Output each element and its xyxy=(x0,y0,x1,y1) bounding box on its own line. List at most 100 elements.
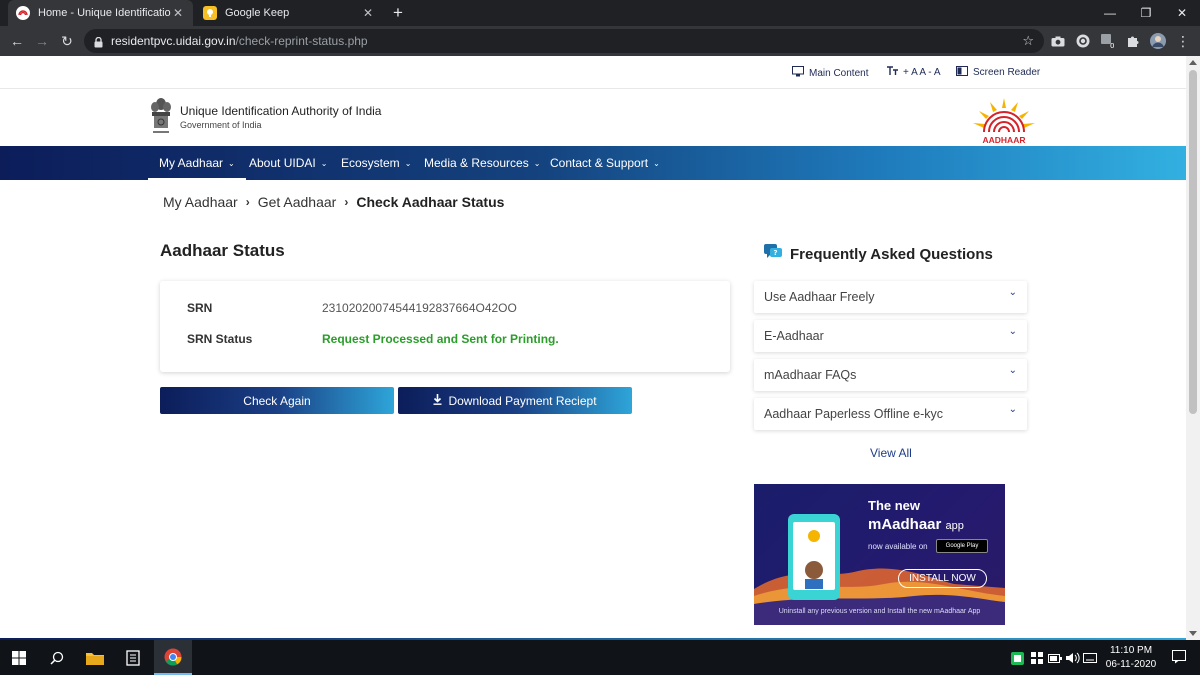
tray-grid-icon[interactable] xyxy=(1030,651,1044,665)
volume-icon[interactable] xyxy=(1066,651,1080,665)
page-scrollbar[interactable] xyxy=(1186,56,1200,640)
notes-app-icon[interactable] xyxy=(114,640,152,675)
install-now-button[interactable]: INSTALL NOW xyxy=(898,569,987,588)
new-tab-plus-icon[interactable]: + xyxy=(389,4,407,22)
grammar-extension-icon[interactable] xyxy=(1075,33,1091,49)
screen-reader-label: Screen Reader xyxy=(973,67,1041,78)
search-icon[interactable] xyxy=(38,640,76,675)
chevron-down-icon: ⌄ xyxy=(404,158,412,168)
nav-item-my-aadhaar[interactable]: My Aadhaar ⌄ xyxy=(148,146,246,180)
nav-item-contact-support[interactable]: Contact & Support ⌄ xyxy=(550,146,660,180)
address-bar[interactable]: residentpvc.uidai.gov.in/check-reprint-s… xyxy=(84,29,1044,53)
nav-item-about-uidai[interactable]: About UIDAI ⌄ xyxy=(249,146,327,180)
profile-avatar[interactable] xyxy=(1150,33,1166,49)
chevron-down-icon: ⌄ xyxy=(1008,404,1017,415)
google-play-badge[interactable]: Google Play xyxy=(936,539,988,553)
nav-label: My Aadhaar xyxy=(159,156,224,170)
bookmark-star-icon[interactable]: ☆ xyxy=(1022,33,1034,49)
org-subtitle: Government of India xyxy=(180,120,262,130)
button-label: Check Again xyxy=(243,393,311,408)
chevron-right-icon: › xyxy=(245,195,250,209)
check-again-button[interactable]: Check Again xyxy=(160,387,394,414)
promo-app-suffix: app xyxy=(945,520,964,532)
tab-uidai-home[interactable]: Home - Unique Identification Au ✕ xyxy=(8,0,193,26)
aadhaar-logo-icon[interactable]: AADHAAR xyxy=(968,96,1040,146)
download-icon xyxy=(433,393,442,408)
maadhaar-app-banner[interactable]: The new mAadhaar app now available on Go… xyxy=(754,484,1005,625)
scroll-up-icon[interactable] xyxy=(1189,60,1197,65)
faq-item[interactable]: Aadhaar Paperless Offline e-kyc ⌄ xyxy=(754,398,1027,430)
forward-arrow-icon[interactable]: → xyxy=(33,32,51,50)
windows-start-icon[interactable] xyxy=(0,640,38,675)
tab-google-keep[interactable]: Google Keep ✕ xyxy=(195,0,383,26)
close-tab-icon[interactable]: ✕ xyxy=(171,6,185,20)
tray-app-icon[interactable] xyxy=(1010,651,1024,665)
chrome-menu-icon[interactable]: ⋮ xyxy=(1175,33,1191,49)
nav-item-media-resources[interactable]: Media & Resources ⌄ xyxy=(424,146,540,180)
breadcrumb: My Aadhaar › Get Aadhaar › Check Aadhaar… xyxy=(163,194,504,210)
chevron-down-icon: ⌄ xyxy=(320,158,328,168)
faq-item[interactable]: E-Aadhaar ⌄ xyxy=(754,320,1027,352)
reload-icon[interactable]: ↻ xyxy=(58,32,76,50)
chrome-taskbar-icon[interactable] xyxy=(154,640,192,675)
page-title: Aadhaar Status xyxy=(160,241,285,260)
chevron-down-icon: ⌄ xyxy=(1008,287,1017,298)
windows-taskbar: 11:10 PM 06-11-2020 xyxy=(0,640,1200,675)
status-card: SRN 23102020074544192837664O42OO SRN Sta… xyxy=(160,281,730,372)
lock-icon xyxy=(94,35,103,53)
text-size-label: + A A - A xyxy=(903,67,941,78)
promo-app-name: mAadhaar xyxy=(868,516,942,533)
nav-label: Media & Resources xyxy=(424,156,529,170)
notifications-icon[interactable] xyxy=(1172,650,1186,669)
button-label: Download Payment Reciept xyxy=(448,393,597,408)
faq-item[interactable]: mAadhaar FAQs ⌄ xyxy=(754,359,1027,391)
faq-question: E-Aadhaar xyxy=(764,329,824,343)
battery-icon[interactable] xyxy=(1048,651,1062,665)
scroll-down-icon[interactable] xyxy=(1189,631,1197,636)
nav-label: Ecosystem xyxy=(341,156,400,170)
system-clock[interactable]: 11:10 PM 06-11-2020 xyxy=(1100,644,1162,672)
close-tab-icon[interactable]: ✕ xyxy=(361,6,375,20)
svg-text:?: ? xyxy=(774,249,778,257)
extensions-puzzle-icon[interactable] xyxy=(1125,33,1141,49)
nav-item-ecosystem[interactable]: Ecosystem ⌄ xyxy=(341,146,411,180)
logo-text: AADHAAR xyxy=(983,135,1026,145)
svg-text:0: 0 xyxy=(1110,42,1114,49)
counter-extension-icon[interactable]: 0 xyxy=(1100,33,1116,49)
faq-question: Aadhaar Paperless Offline e-kyc xyxy=(764,407,944,421)
srn-label: SRN xyxy=(187,301,213,315)
browser-toolbar: ← → ↻ residentpvc.uidai.gov.in/check-rep… xyxy=(0,26,1200,56)
screen-reader-icon xyxy=(956,66,968,79)
chevron-right-icon: › xyxy=(344,195,349,209)
national-emblem-icon[interactable] xyxy=(148,96,174,138)
clock-time: 11:10 PM xyxy=(1109,645,1153,656)
text-size-controls[interactable]: + A A - A xyxy=(887,66,941,79)
main-content-label: Main Content xyxy=(809,67,869,79)
minimize-icon[interactable]: — xyxy=(1090,0,1130,26)
file-explorer-icon[interactable] xyxy=(76,640,114,675)
faq-item[interactable]: Use Aadhaar Freely ⌄ xyxy=(754,281,1027,313)
breadcrumb-current: Check Aadhaar Status xyxy=(356,194,505,210)
camera-extension-icon[interactable] xyxy=(1050,33,1066,49)
screen-reader-link[interactable]: Screen Reader xyxy=(956,66,1040,79)
restore-icon[interactable]: ❐ xyxy=(1126,0,1166,26)
download-receipt-button[interactable]: Download Payment Reciept xyxy=(398,387,632,414)
back-arrow-icon[interactable]: ← xyxy=(8,32,26,50)
tab-title: Google Keep xyxy=(225,7,290,19)
chevron-down-icon: ⌄ xyxy=(1008,365,1017,376)
close-window-icon[interactable]: ✕ xyxy=(1162,0,1200,26)
scroll-thumb[interactable] xyxy=(1189,70,1197,414)
text-size-icon xyxy=(887,66,898,79)
keyboard-icon[interactable] xyxy=(1083,651,1097,665)
google-keep-favicon-icon xyxy=(203,6,217,20)
breadcrumb-get-aadhaar[interactable]: Get Aadhaar xyxy=(258,194,337,210)
faq-chat-icon: ? xyxy=(764,244,782,264)
main-content-link[interactable]: Main Content xyxy=(792,66,868,80)
faq-question: mAadhaar FAQs xyxy=(764,368,857,382)
monitor-icon xyxy=(792,66,804,80)
breadcrumb-my-aadhaar[interactable]: My Aadhaar xyxy=(163,194,238,210)
view-all-link[interactable]: View All xyxy=(870,446,912,460)
browser-tab-strip: Home - Unique Identification Au ✕ Google… xyxy=(0,0,1200,26)
faq-question: Use Aadhaar Freely xyxy=(764,290,875,304)
faq-heading: ? Frequently Asked Questions xyxy=(764,244,993,264)
